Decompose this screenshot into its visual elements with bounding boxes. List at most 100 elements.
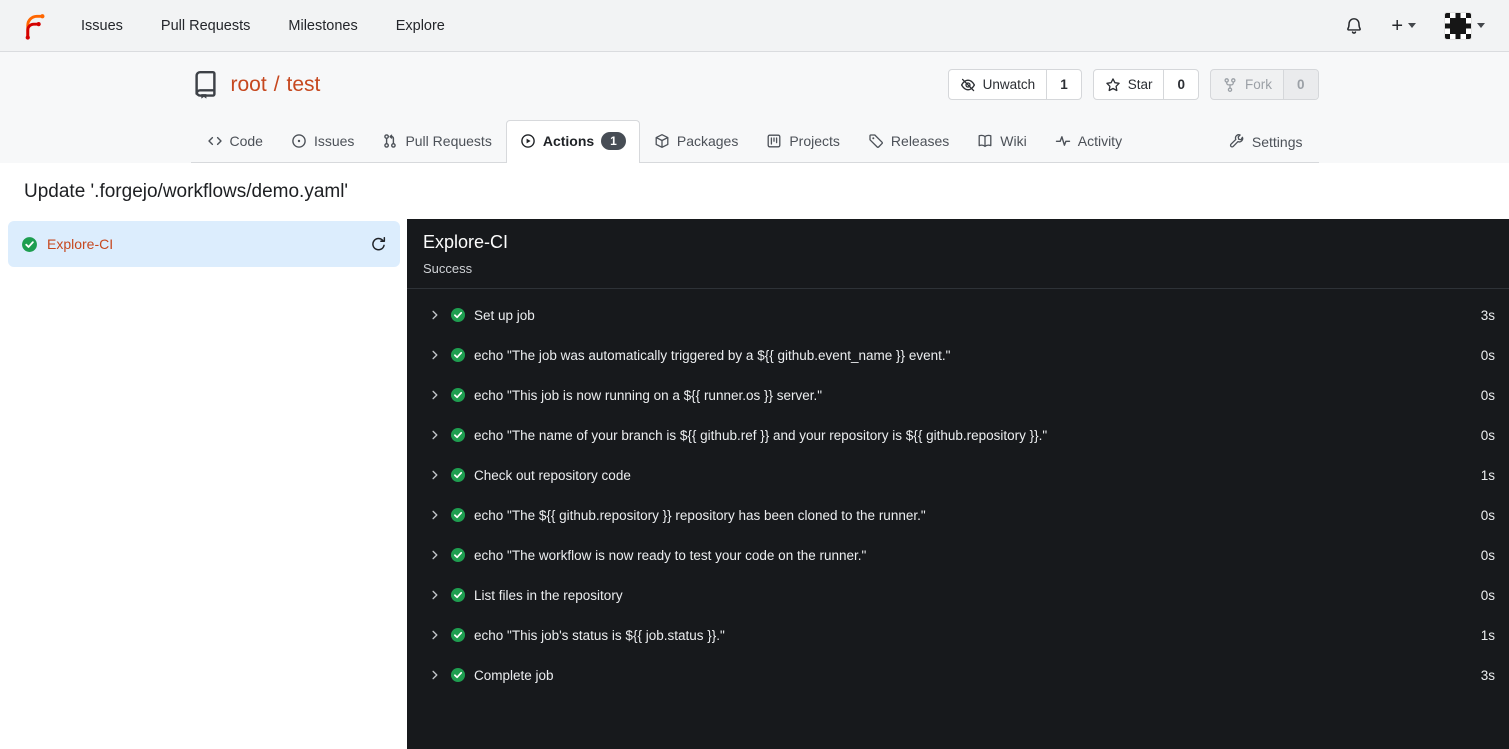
job-step-row[interactable]: echo "The workflow is now ready to test … [407, 535, 1509, 575]
job-step-row[interactable]: echo "The name of your branch is ${{ git… [407, 415, 1509, 455]
issue-icon [291, 133, 307, 149]
nav-item[interactable]: Issues [62, 0, 142, 52]
job-step-row[interactable]: echo "The job was automatically triggere… [407, 335, 1509, 375]
chevron-right-icon[interactable] [429, 349, 441, 361]
success-check-icon [450, 507, 466, 523]
repo-tab[interactable]: Releases [854, 120, 963, 162]
repo-action-count[interactable]: 1 [1046, 70, 1081, 99]
repo-action-button[interactable]: Unwatch [949, 70, 1047, 99]
success-check-icon [450, 347, 466, 363]
forgejo-app: Issues Pull Requests Milestones Explore + [0, 0, 1509, 749]
repo-tab[interactable]: Projects [752, 120, 854, 162]
chevron-right-icon[interactable] [429, 629, 441, 641]
repo-action-label: Fork [1244, 77, 1272, 92]
success-check-icon [450, 627, 466, 643]
job-detail-title: Explore-CI [423, 232, 509, 253]
tab-settings[interactable]: Settings [1215, 122, 1317, 162]
nav-right: + [1345, 11, 1491, 40]
chevron-right-icon[interactable] [429, 469, 441, 481]
fork-icon [1222, 77, 1238, 93]
user-menu-dropdown[interactable] [1444, 11, 1485, 40]
book-icon [977, 133, 993, 149]
repo-action-count[interactable]: 0 [1282, 70, 1318, 99]
chevron-right-icon[interactable] [429, 309, 441, 321]
job-detail-panel: Explore-CI Success Set up job 3s echo "T… [407, 219, 1509, 749]
step-duration: 0s [1480, 387, 1495, 403]
chevron-right-icon[interactable] [429, 549, 441, 561]
package-icon [654, 133, 670, 149]
repo-tab[interactable]: Code [193, 120, 277, 162]
job-step-row[interactable]: echo "This job's status is ${{ job.statu… [407, 615, 1509, 655]
step-name: Set up job [474, 307, 535, 323]
step-name: echo "The name of your branch is ${{ git… [474, 427, 1048, 443]
step-duration: 0s [1480, 427, 1495, 443]
job-step-row[interactable]: Check out repository code 1s [407, 455, 1509, 495]
pull-request-icon [382, 133, 398, 149]
repo-icon [194, 70, 216, 99]
repo-tab[interactable]: Activity [1041, 120, 1136, 162]
nav-links: Issues Pull Requests Milestones Explore [62, 0, 464, 52]
star-icon [1105, 77, 1121, 93]
repo-tab[interactable]: Actions 1 [505, 120, 640, 164]
chevron-right-icon[interactable] [429, 429, 441, 441]
top-navbar: Issues Pull Requests Milestones Explore + [0, 0, 1509, 52]
chevron-down-icon [1477, 23, 1485, 28]
job-step-row[interactable]: Complete job 3s [407, 655, 1509, 695]
plus-icon: + [1391, 14, 1403, 37]
job-list-item[interactable]: Explore-CI [8, 221, 400, 268]
repo-action-count[interactable]: 0 [1163, 70, 1198, 99]
tag-icon [868, 133, 884, 149]
nav-item-label[interactable]: Issues [62, 0, 142, 52]
repo-tab[interactable]: Wiki [963, 120, 1040, 162]
success-check-icon [450, 467, 466, 483]
refresh-button[interactable] [370, 236, 387, 253]
step-duration: 0s [1480, 547, 1495, 563]
step-duration: 3s [1480, 667, 1495, 683]
nav-item-label[interactable]: Milestones [269, 0, 376, 52]
repo-action-button[interactable]: Fork [1211, 70, 1283, 99]
job-name: Explore-CI [47, 236, 114, 253]
step-duration: 0s [1480, 587, 1495, 603]
create-new-dropdown[interactable]: + [1391, 16, 1416, 36]
repo-owner-link[interactable]: root [231, 73, 267, 96]
repo-action-buttons: Unwatch 1 Star 0 Fork 0 [947, 69, 1319, 100]
tab-label: Packages [676, 133, 739, 150]
nav-item[interactable]: Milestones [269, 0, 376, 52]
tab-label: Activity [1077, 133, 1123, 150]
job-step-row[interactable]: Set up job 3s [407, 295, 1509, 335]
tab-label: Pull Requests [405, 133, 492, 150]
job-step-row[interactable]: echo "The ${{ github.repository }} repos… [407, 495, 1509, 535]
job-step-row[interactable]: echo "This job is now running on a ${{ r… [407, 375, 1509, 415]
success-check-icon [450, 387, 466, 403]
repo-tab[interactable]: Packages [640, 120, 752, 162]
step-name: Complete job [474, 667, 554, 683]
run-view: Update '.forgejo/workflows/demo.yaml' Ex… [0, 163, 1509, 749]
success-check-icon [450, 667, 466, 683]
repo-action-group: Fork 0 [1209, 69, 1319, 100]
notifications-button[interactable] [1345, 17, 1363, 35]
step-duration: 0s [1480, 507, 1495, 523]
step-name: Check out repository code [474, 467, 631, 483]
job-step-row[interactable]: List files in the repository 0s [407, 575, 1509, 615]
success-check-icon [22, 236, 37, 252]
repo-tab[interactable]: Pull Requests [368, 120, 505, 162]
forgejo-logo-icon[interactable] [20, 10, 52, 42]
nav-item[interactable]: Explore [377, 0, 464, 52]
tab-label: Projects [789, 133, 840, 150]
nav-item-label[interactable]: Pull Requests [142, 0, 269, 52]
nav-item[interactable]: Pull Requests [142, 0, 269, 52]
tab-label: Releases [890, 133, 950, 150]
success-check-icon [450, 307, 466, 323]
chevron-right-icon[interactable] [429, 589, 441, 601]
chevron-right-icon[interactable] [429, 669, 441, 681]
repo-action-button[interactable]: Star [1094, 70, 1164, 99]
nav-item-label[interactable]: Explore [377, 0, 464, 52]
eye-slash-icon [960, 77, 976, 93]
repo-name-link[interactable]: test [287, 73, 321, 96]
repo-action-label: Unwatch [982, 77, 1036, 92]
chevron-right-icon[interactable] [429, 389, 441, 401]
step-name: List files in the repository [474, 587, 623, 603]
chevron-right-icon[interactable] [429, 509, 441, 521]
repo-tab[interactable]: Issues [277, 120, 368, 162]
step-duration: 3s [1480, 307, 1495, 323]
